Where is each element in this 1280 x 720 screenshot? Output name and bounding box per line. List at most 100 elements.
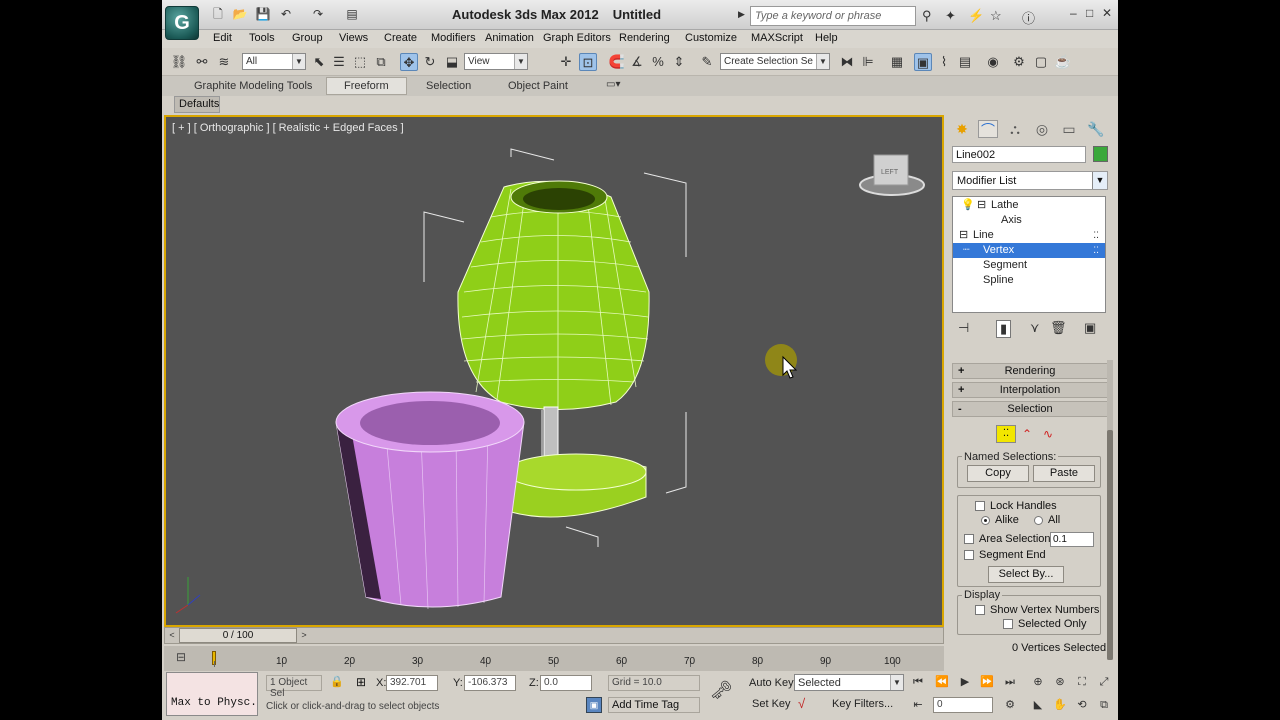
modify-tab-icon[interactable]: ⌒: [978, 120, 998, 138]
mirror-icon[interactable]: ⧓: [838, 53, 856, 71]
application-menu-icon[interactable]: G: [165, 6, 199, 40]
graphite-toggle-icon[interactable]: ▣: [914, 53, 932, 71]
save-icon[interactable]: 💾: [255, 7, 271, 21]
next-key-icon[interactable]: ⏩: [979, 674, 995, 690]
pan-view-icon[interactable]: ✋: [1052, 697, 1068, 713]
stack-item-segment[interactable]: Segment: [953, 258, 1105, 273]
use-pivot-center-icon[interactable]: ✛: [557, 53, 575, 71]
zoom-extents-icon[interactable]: ⛶: [1074, 674, 1090, 690]
paste-button[interactable]: Paste: [1033, 465, 1095, 482]
go-to-end-icon[interactable]: ⏭: [1002, 674, 1018, 690]
pin-stack-icon[interactable]: ⊣: [958, 320, 969, 336]
search-expand-icon[interactable]: ▶: [738, 9, 745, 20]
key-mode-dropdown[interactable]: Selected ▼: [794, 674, 904, 691]
y-coordinate-field[interactable]: -106.373: [464, 675, 516, 691]
menu-tools[interactable]: Tools: [249, 32, 275, 44]
motion-tab-icon[interactable]: ◎: [1032, 120, 1052, 138]
key-mode-toggle-icon[interactable]: ⇤: [910, 697, 926, 713]
hierarchy-tab-icon[interactable]: ⛬: [1005, 120, 1025, 138]
tab-graphite-modeling-tools[interactable]: Graphite Modeling Tools: [188, 79, 318, 93]
time-slider[interactable]: < 0 / 100 >: [164, 627, 944, 644]
unlink-icon[interactable]: ⚯: [193, 53, 211, 71]
perspective-viewport[interactable]: LEFT [ + ] [ Orthographic ] [ Realistic …: [164, 115, 944, 627]
go-to-start-icon[interactable]: ⏮: [910, 674, 926, 690]
render-setup-icon[interactable]: ⚙: [1010, 53, 1028, 71]
object-name-field[interactable]: Line002: [952, 146, 1086, 163]
material-editor-icon[interactable]: ◉: [984, 53, 1002, 71]
display-tab-icon[interactable]: ▭: [1059, 120, 1079, 138]
align-icon[interactable]: ⊫: [859, 53, 877, 71]
time-configuration-icon[interactable]: ⚙: [1002, 697, 1018, 713]
help-search-input[interactable]: Type a keyword or phrase: [750, 6, 916, 26]
menu-group[interactable]: Group: [292, 32, 323, 44]
stack-item-axis[interactable]: Axis: [953, 213, 1105, 228]
area-selection-checkbox[interactable]: [964, 534, 974, 544]
angle-snap-icon[interactable]: ∡: [628, 53, 646, 71]
selected-only-checkbox[interactable]: [1003, 619, 1013, 629]
ribbon-options-icon[interactable]: ▭▾: [606, 79, 620, 90]
close-icon[interactable]: ✕: [1102, 6, 1112, 20]
help-icon[interactable]: ⓘ: [1022, 8, 1035, 27]
communication-icon[interactable]: ⚡: [968, 8, 984, 24]
zoom-all-icon[interactable]: ⊛: [1052, 674, 1068, 690]
tab-selection[interactable]: Selection: [420, 79, 477, 93]
absolute-mode-icon[interactable]: ⊞: [356, 675, 366, 689]
show-end-result-icon[interactable]: ▮: [996, 320, 1012, 338]
open-file-icon[interactable]: 📂: [232, 7, 248, 21]
add-time-tag-button[interactable]: Add Time Tag: [608, 697, 700, 713]
menu-create[interactable]: Create: [384, 32, 417, 44]
orbit-icon[interactable]: ⟲: [1074, 697, 1090, 713]
snaps-toggle-icon[interactable]: 🧲: [608, 53, 626, 71]
select-manipulate-icon[interactable]: ⊡: [579, 53, 597, 71]
percent-snap-icon[interactable]: %: [649, 53, 667, 71]
stack-item-vertex[interactable]: ┈ Vertex ⁚⁚: [953, 243, 1105, 258]
mini-curve-editor-icon[interactable]: ⊟: [176, 650, 186, 664]
spline-subobject-icon[interactable]: ∿: [1043, 427, 1053, 441]
reference-coordinate-dropdown[interactable]: View ▼: [464, 53, 528, 70]
tab-freeform[interactable]: Freeform: [326, 77, 407, 95]
rollout-rendering[interactable]: + Rendering: [952, 363, 1108, 379]
menu-rendering[interactable]: Rendering: [619, 32, 670, 44]
project-folder-icon[interactable]: ▤: [344, 7, 360, 21]
selection-filter-dropdown[interactable]: All ▼: [242, 53, 306, 70]
select-object-icon[interactable]: ⬉: [310, 53, 328, 71]
z-coordinate-field[interactable]: 0.0: [540, 675, 592, 691]
track-bar[interactable]: ⊟ 10 20 30 40 50 60 70 80 90 100: [164, 646, 944, 671]
time-tag-icon[interactable]: ▣: [586, 697, 602, 713]
lock-handles-checkbox[interactable]: [975, 501, 985, 511]
select-by-button[interactable]: Select By...: [988, 566, 1064, 583]
stack-item-line[interactable]: ⊟ Line ⁚⁚: [953, 228, 1105, 243]
edit-named-selection-icon[interactable]: ✎: [698, 53, 716, 71]
utilities-tab-icon[interactable]: 🔧: [1086, 120, 1106, 138]
key-curve-icon[interactable]: √: [798, 696, 805, 711]
maximize-viewport-icon[interactable]: ⧉: [1096, 697, 1112, 713]
set-keys-key-icon[interactable]: 🗝: [710, 680, 733, 701]
binoculars-icon[interactable]: ⚲: [922, 8, 932, 24]
rollout-selection[interactable]: - Selection: [952, 401, 1108, 417]
select-rotate-icon[interactable]: ↻: [421, 53, 439, 71]
scene-geometry[interactable]: LEFT: [166, 117, 942, 625]
tab-object-paint[interactable]: Object Paint: [502, 79, 574, 93]
favorites-star-icon[interactable]: ☆: [990, 8, 1002, 24]
window-crossing-icon[interactable]: ⧉: [372, 53, 390, 71]
modifier-list-dropdown[interactable]: Modifier List ▼: [952, 171, 1108, 190]
redo-icon[interactable]: ↷: [310, 7, 326, 21]
alike-radio[interactable]: [981, 516, 990, 525]
rect-selection-icon[interactable]: ⬚: [351, 53, 369, 71]
prev-frame-icon[interactable]: <: [166, 628, 178, 643]
all-radio[interactable]: [1034, 516, 1043, 525]
vertex-subobject-icon[interactable]: ⁚⁚: [996, 425, 1016, 443]
configure-modifier-sets-icon[interactable]: ▣: [1084, 320, 1096, 336]
create-tab-icon[interactable]: ✸: [952, 120, 972, 138]
maximize-icon[interactable]: □: [1086, 6, 1093, 20]
menu-customize[interactable]: Customize: [685, 32, 737, 44]
schematic-view-icon[interactable]: ▤: [956, 53, 974, 71]
current-frame-field[interactable]: 0: [933, 697, 993, 713]
menu-graph-editors[interactable]: Graph Editors: [543, 32, 611, 44]
key-filters-button[interactable]: Key Filters...: [832, 698, 893, 710]
new-file-icon[interactable]: 🗋: [210, 7, 226, 21]
play-icon[interactable]: ▶: [957, 674, 973, 690]
x-coordinate-field[interactable]: 392.701: [386, 675, 438, 691]
curve-editor-icon[interactable]: ⌇: [935, 53, 953, 71]
object-color-swatch[interactable]: [1093, 146, 1108, 162]
